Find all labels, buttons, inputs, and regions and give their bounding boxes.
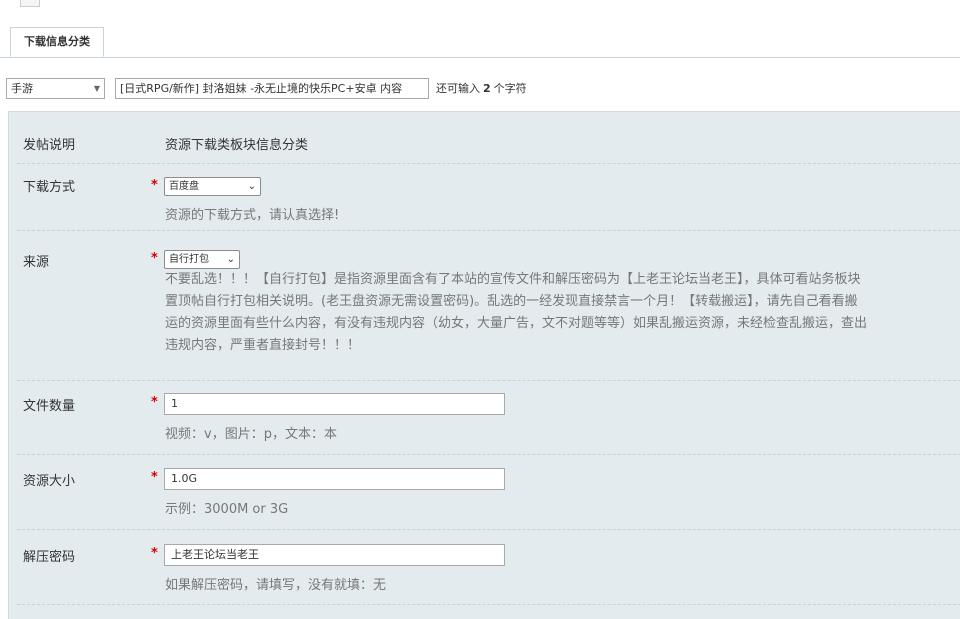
file-count-label: 文件数量 <box>23 399 76 414</box>
chevron-down-icon: ▼ <box>93 84 100 93</box>
tab-bar: 下载信息分类 <box>0 27 960 58</box>
row-password: 解压密码 * 上老王论坛当老王 如果解压密码，请填写，没有就填：无 <box>17 530 960 605</box>
required-mark: * <box>151 251 158 266</box>
file-count-input[interactable]: 1 <box>164 393 505 415</box>
remaining-chars: 还可输入 2 个字符 <box>436 82 527 95</box>
file-count-hint: 视频：v，图片：p，文本：本 <box>165 427 337 442</box>
row-source: 来源 * 自行打包 ⌄ 不要乱选！！！【自行打包】是指资源里面含有了本站的宣传文… <box>17 231 960 381</box>
row-intro: 发帖说明 资源下载类板块信息分类 <box>17 112 960 164</box>
required-mark: * <box>151 395 158 410</box>
category-select-value: 手游 <box>11 82 33 95</box>
required-mark: * <box>151 546 158 561</box>
remaining-count: 2 <box>483 82 491 95</box>
password-label: 解压密码 <box>23 550 76 565</box>
tab-download-info[interactable]: 下载信息分类 <box>10 27 104 57</box>
source-label: 来源 <box>23 255 50 270</box>
size-hint: 示例：3000M or 3G <box>165 502 289 517</box>
top-stub <box>20 0 40 7</box>
title-row: 手游 ▼ [日式RPG/新作] 封洛姐妹 -永无止境的快乐PC+安卓 内容 还可… <box>6 78 956 100</box>
intro-value: 资源下载类板块信息分类 <box>165 138 309 153</box>
chevron-down-icon: ⌄ <box>226 254 235 265</box>
source-hint: 不要乱选！！！【自行打包】是指资源里面含有了本站的宣传文件和解压密码为【上老王论… <box>165 272 868 353</box>
size-label: 资源大小 <box>23 474 76 489</box>
download-method-hint: 资源的下载方式，请认真选择! <box>165 208 340 223</box>
size-input[interactable]: 1.0G <box>164 468 505 490</box>
row-size: 资源大小 * 1.0G 示例：3000M or 3G <box>17 455 960 530</box>
row-file-count: 文件数量 * 1 视频：v，图片：p，文本：本 <box>17 381 960 455</box>
password-hint: 如果解压密码，请填写，没有就填：无 <box>165 578 387 593</box>
intro-label: 发帖说明 <box>23 138 76 153</box>
category-select[interactable]: 手游 ▼ <box>6 78 105 99</box>
required-mark: * <box>151 178 158 193</box>
chevron-down-icon: ⌄ <box>247 181 256 192</box>
title-input[interactable]: [日式RPG/新作] 封洛姐妹 -永无止境的快乐PC+安卓 内容 <box>115 78 429 99</box>
source-select[interactable]: 自行打包 ⌄ <box>164 250 240 269</box>
password-input[interactable]: 上老王论坛当老王 <box>164 544 505 566</box>
row-download-method: 下载方式 * 百度盘 ⌄ 资源的下载方式，请认真选择! <box>17 164 960 231</box>
required-mark: * <box>151 470 158 485</box>
form-panel: 发帖说明 资源下载类板块信息分类 下载方式 * 百度盘 ⌄ 资源的下载方式，请认… <box>8 111 960 619</box>
download-method-label: 下载方式 <box>23 180 76 195</box>
download-method-select[interactable]: 百度盘 ⌄ <box>164 177 261 196</box>
